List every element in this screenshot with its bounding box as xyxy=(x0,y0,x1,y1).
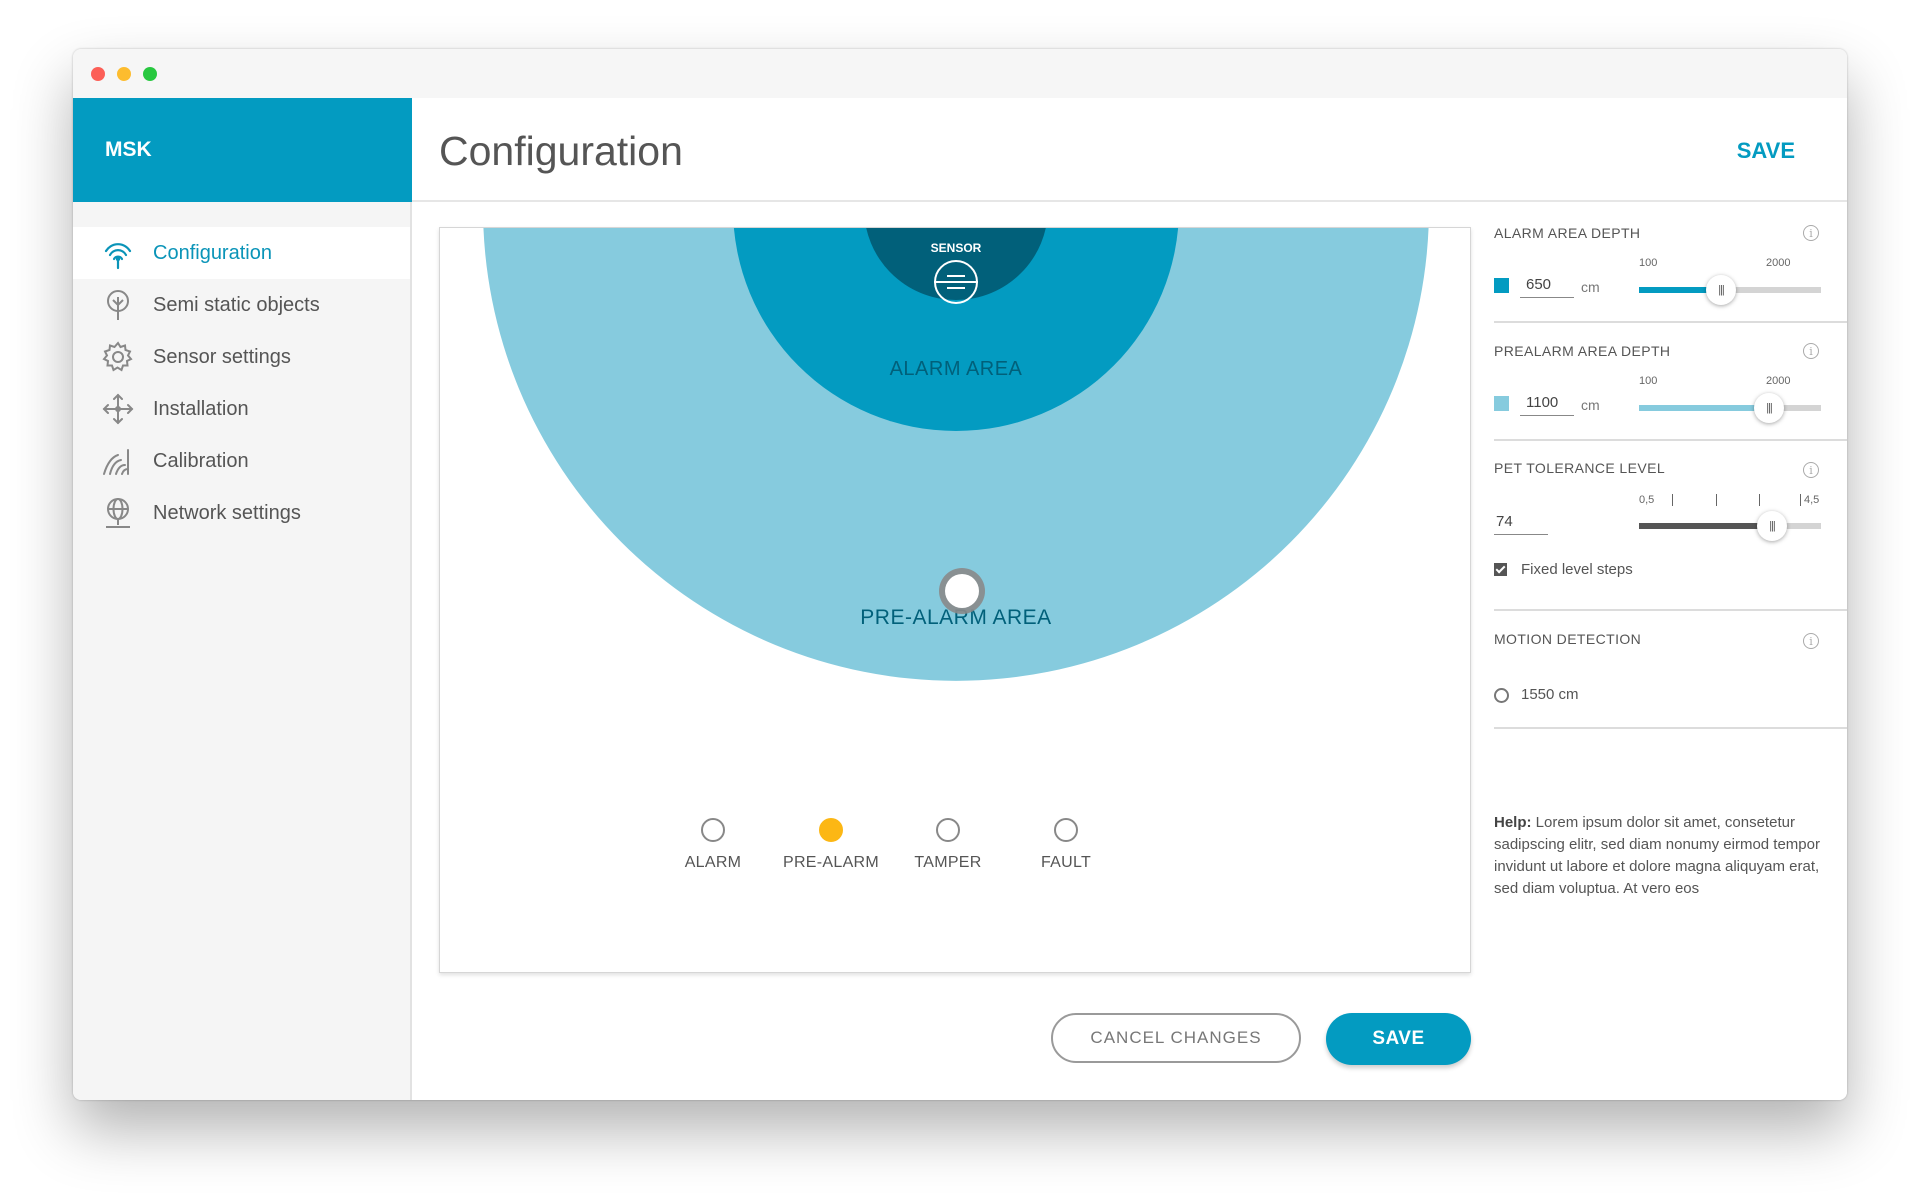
header-save-button[interactable]: SAVE xyxy=(1737,138,1795,164)
maximize-window-button[interactable] xyxy=(143,67,157,81)
slider-max-label: 2000 xyxy=(1766,257,1791,269)
prealarm-depth-slider[interactable]: ||| xyxy=(1639,393,1821,423)
area-drag-handle[interactable] xyxy=(939,568,985,614)
section-title: MOTION DETECTION xyxy=(1494,631,1642,647)
slider-step-tick xyxy=(1759,494,1760,506)
settings-panel: ALARM AREA DEPTH i cm 100 2000 ||| PREAL… xyxy=(1472,202,1847,1100)
detection-area-canvas: SENSOR ALARM AREA PRE-ALARM AREA ALARM P… xyxy=(439,227,1471,973)
move-arrows-icon xyxy=(101,392,135,426)
main-content: SENSOR ALARM AREA PRE-ALARM AREA ALARM P… xyxy=(412,202,1847,1100)
radio-signal-icon xyxy=(101,236,135,270)
sidebar-item-label: Installation xyxy=(153,397,249,420)
sidebar-item-label: Calibration xyxy=(153,449,249,472)
sidebar-item-semi-static-objects[interactable]: Semi static objects xyxy=(73,279,410,331)
slider-fill xyxy=(1639,405,1769,411)
legend-label: FAULT xyxy=(1040,854,1092,871)
sidebar-item-installation[interactable]: Installation xyxy=(73,383,410,435)
unit-label: cm xyxy=(1581,397,1600,413)
legend-indicator xyxy=(701,818,725,842)
alarm-area-label: ALARM AREA xyxy=(890,358,1023,380)
legend-label: PRE-ALARM xyxy=(782,854,880,871)
slider-step-tick xyxy=(1672,494,1673,506)
section-title: ALARM AREA DEPTH xyxy=(1494,225,1641,241)
page-header: Configuration SAVE xyxy=(412,98,1847,202)
sidebar-item-label: Semi static objects xyxy=(153,293,320,316)
info-icon[interactable]: i xyxy=(1803,225,1819,241)
legend-item-fault[interactable]: FAULT xyxy=(1006,818,1126,872)
unit-label: cm xyxy=(1581,279,1600,295)
pet-tolerance-slider[interactable]: ||| xyxy=(1639,511,1821,541)
legend-item-tamper[interactable]: TAMPER xyxy=(888,818,1008,872)
app-window: MSK Configuration Semi static objects Se… xyxy=(73,49,1847,1100)
legend-indicator xyxy=(1054,818,1078,842)
alarm-depth-input[interactable] xyxy=(1520,276,1574,298)
slider-min-label: 0,5 xyxy=(1639,494,1655,506)
globe-network-icon xyxy=(101,496,135,530)
cancel-changes-button[interactable]: CANCEL CHANGES xyxy=(1051,1013,1301,1063)
sidebar-item-label: Network settings xyxy=(153,501,301,524)
sidebar: Configuration Semi static objects Sensor… xyxy=(73,202,412,1100)
checkbox-label: Fixed level steps xyxy=(1521,561,1633,578)
alarm-depth-slider[interactable]: ||| xyxy=(1639,275,1821,305)
help-label: Help: xyxy=(1494,814,1532,831)
sidebar-item-sensor-settings[interactable]: Sensor settings xyxy=(73,331,410,383)
slider-max-label: 2000 xyxy=(1766,375,1791,387)
help-text: Help: Lorem ipsum dolor sit amet, conset… xyxy=(1494,812,1824,900)
motion-detection-section: MOTION DETECTION i 1550 cm xyxy=(1494,631,1847,729)
alarm-color-swatch xyxy=(1494,278,1509,293)
gear-icon xyxy=(101,340,135,374)
fixed-level-steps-checkbox[interactable] xyxy=(1494,563,1507,576)
brand-header: MSK xyxy=(73,98,412,202)
window-titlebar xyxy=(73,49,1847,98)
section-title: PET TOLERANCE LEVEL xyxy=(1494,460,1666,476)
info-icon[interactable]: i xyxy=(1803,343,1819,359)
slider-step-tick xyxy=(1716,494,1717,506)
slider-thumb[interactable]: ||| xyxy=(1754,393,1784,423)
sidebar-item-label: Sensor settings xyxy=(153,345,291,368)
sidebar-item-calibration[interactable]: Calibration xyxy=(73,435,410,487)
prealarm-depth-section: PREALARM AREA DEPTH i cm 100 2000 ||| xyxy=(1494,343,1847,441)
slider-min-label: 100 xyxy=(1639,257,1658,269)
pet-tolerance-input[interactable] xyxy=(1494,513,1548,535)
slider-thumb[interactable]: ||| xyxy=(1706,275,1736,305)
legend-item-alarm[interactable]: ALARM xyxy=(653,818,773,872)
minimize-window-button[interactable] xyxy=(117,67,131,81)
tree-icon xyxy=(101,288,135,322)
slider-thumb[interactable]: ||| xyxy=(1757,511,1787,541)
radio-label: 1550 cm xyxy=(1521,686,1579,703)
calibration-icon xyxy=(101,444,135,478)
sensor-label: SENSOR xyxy=(931,241,982,255)
legend-label: TAMPER xyxy=(914,854,982,871)
motion-detection-radio[interactable] xyxy=(1494,688,1509,703)
close-window-button[interactable] xyxy=(91,67,105,81)
slider-step-tick xyxy=(1800,494,1801,506)
slider-min-label: 100 xyxy=(1639,375,1658,387)
pet-tolerance-section: PET TOLERANCE LEVEL i 0,5 4,5 ||| Fixed … xyxy=(1494,460,1847,611)
info-icon[interactable]: i xyxy=(1803,462,1819,478)
legend-label: ALARM xyxy=(684,854,742,871)
sidebar-item-network-settings[interactable]: Network settings xyxy=(73,487,410,539)
save-button[interactable]: SAVE xyxy=(1326,1013,1471,1065)
alarm-depth-section: ALARM AREA DEPTH i cm 100 2000 ||| xyxy=(1494,225,1847,323)
sidebar-item-configuration[interactable]: Configuration xyxy=(73,227,410,279)
sidebar-item-label: Configuration xyxy=(153,241,272,264)
section-title: PREALARM AREA DEPTH xyxy=(1494,343,1671,359)
status-legend: ALARM PRE-ALARM TAMPER FAULT xyxy=(440,818,1470,898)
prealarm-depth-input[interactable] xyxy=(1520,394,1574,416)
info-icon[interactable]: i xyxy=(1803,633,1819,649)
prealarm-color-swatch xyxy=(1494,396,1509,411)
slider-max-label: 4,5 xyxy=(1804,494,1820,506)
legend-item-prealarm[interactable]: PRE-ALARM xyxy=(771,818,891,872)
legend-indicator xyxy=(936,818,960,842)
help-body: Lorem ipsum dolor sit amet, consetetur s… xyxy=(1494,814,1820,897)
legend-indicator-active xyxy=(819,818,843,842)
page-title: Configuration xyxy=(439,128,683,174)
slider-fill xyxy=(1639,523,1772,529)
brand-name: MSK xyxy=(105,138,152,161)
